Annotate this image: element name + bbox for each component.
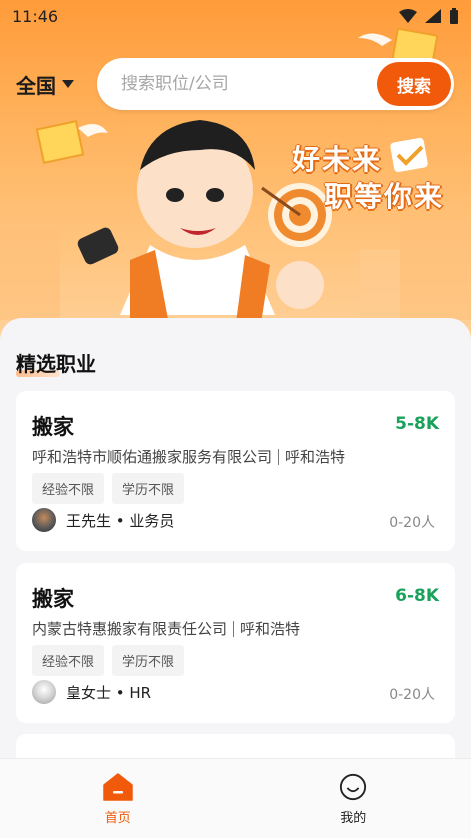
- job-company-line: 内蒙古特惠搬家有限责任公司 呼和浩特: [32, 618, 300, 639]
- search-row: 全国 搜索: [16, 58, 456, 110]
- avatar: [32, 680, 56, 704]
- search-button[interactable]: 搜索: [377, 62, 451, 106]
- main-content: 精选职业 搬家 5-8K 呼和浩特市顺佑通搬家服务有限公司 呼和浩特 经验不限 …: [0, 318, 471, 758]
- status-bar: 11:46: [0, 0, 471, 32]
- company-city: 呼和浩特: [285, 446, 345, 467]
- hero-banner: 11:46 好未来 职等你来: [0, 0, 471, 345]
- caret-down-icon: [62, 80, 74, 88]
- slogan-line-1: 好未来: [292, 138, 382, 178]
- tag-experience: 经验不限: [32, 645, 104, 676]
- banner-illustration: [0, 0, 471, 345]
- avatar: [32, 508, 56, 532]
- job-salary: 6-8K: [395, 586, 439, 606]
- slogan-line-2: 职等你来: [324, 175, 444, 215]
- status-time: 11:46: [12, 7, 58, 26]
- tag-experience: 经验不限: [32, 473, 104, 504]
- job-title: 搬家: [32, 411, 74, 441]
- tag-education: 学历不限: [112, 473, 184, 504]
- recruiter-info: 皇女士 • HR: [32, 680, 151, 704]
- divider: [233, 621, 234, 637]
- company-size: 0-20人: [389, 512, 435, 532]
- recruiter-name: 王先生 • 业务员: [66, 510, 174, 531]
- company-size: 0-20人: [389, 684, 435, 704]
- job-company-line: 呼和浩特市顺佑通搬家服务有限公司 呼和浩特: [32, 446, 345, 467]
- job-tags: 经验不限 学历不限: [32, 473, 184, 504]
- job-card[interactable]: 搬家 6-8K 内蒙古特惠搬家有限责任公司 呼和浩特 经验不限 学历不限 皇女士…: [16, 563, 455, 723]
- wifi-icon: [399, 9, 417, 23]
- search-input[interactable]: [119, 73, 373, 95]
- signal-icon: [425, 9, 441, 23]
- region-label: 全国: [16, 70, 56, 99]
- search-box: 搜索: [97, 58, 454, 110]
- flying-box-left: [37, 121, 108, 163]
- region-selector[interactable]: 全国: [16, 70, 96, 99]
- battery-icon: [449, 8, 459, 24]
- company-name: 呼和浩特市顺佑通搬家服务有限公司: [32, 446, 272, 467]
- tab-mine-label: 我的: [340, 807, 366, 826]
- bottom-tab-bar: 首页 我的: [0, 758, 471, 838]
- tab-mine[interactable]: 我的: [236, 759, 471, 838]
- job-tags: 经验不限 学历不限: [32, 645, 184, 676]
- job-salary: 5-8K: [395, 414, 439, 434]
- tab-home[interactable]: 首页: [0, 759, 236, 838]
- status-icons: [399, 8, 459, 24]
- section-title: 精选职业: [16, 348, 96, 377]
- tag-education: 学历不限: [112, 645, 184, 676]
- job-title: 搬家: [32, 583, 74, 613]
- recruiter-name: 皇女士 • HR: [66, 682, 151, 703]
- company-name: 内蒙古特惠搬家有限责任公司: [32, 618, 227, 639]
- target-icon: [262, 183, 332, 247]
- calendar-icon: [390, 137, 429, 172]
- smiley-icon: [338, 773, 368, 801]
- tab-home-label: 首页: [105, 807, 131, 826]
- divider: [278, 449, 279, 465]
- home-icon: [103, 773, 133, 801]
- job-card[interactable]: 搬家 5-8K 呼和浩特市顺佑通搬家服务有限公司 呼和浩特 经验不限 学历不限 …: [16, 391, 455, 551]
- recruiter-info: 王先生 • 业务员: [32, 508, 174, 532]
- company-city: 呼和浩特: [240, 618, 300, 639]
